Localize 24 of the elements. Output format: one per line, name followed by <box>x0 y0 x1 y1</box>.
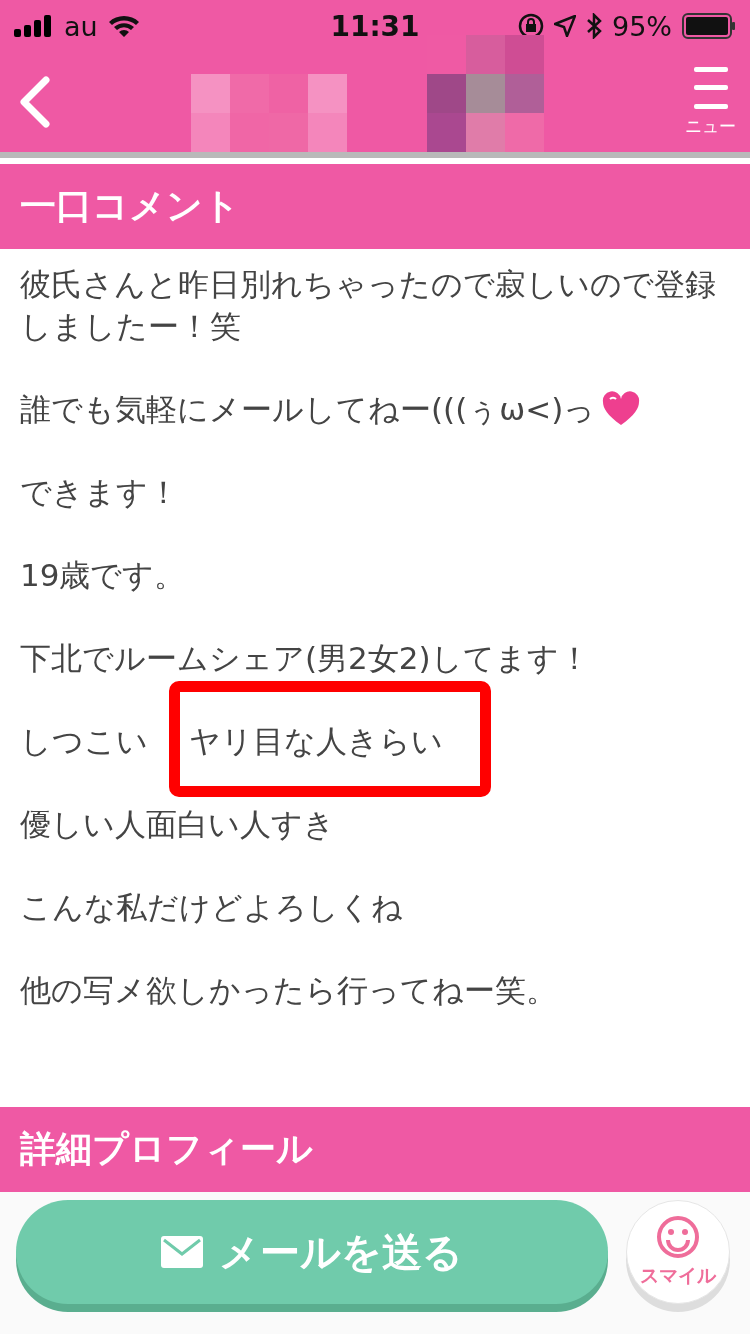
location-arrow-icon <box>554 15 576 37</box>
bluetooth-icon <box>586 13 602 39</box>
comment-paragraph: 誰でも気軽にメールしてねー(((ぅω<)っ <box>20 390 596 429</box>
status-time: 11:31 <box>330 9 420 43</box>
section-header: 詳細プロフィール <box>0 1107 750 1192</box>
section-header: 一口コメント <box>0 164 750 249</box>
comment-paragraph: 彼氏さんと昨日別れちゃったので寂しいので登録しましたー！笑 <box>20 265 717 346</box>
menu-icon <box>693 66 728 109</box>
comment-paragraph: ヤリ目な人きらい <box>189 722 443 761</box>
carrier-name: au <box>64 10 98 42</box>
smiley-icon <box>656 1215 700 1259</box>
comment-paragraph: 他の写メ欲しかったら行ってねー笑。 <box>20 971 558 1010</box>
comment-paragraph: こんな私だけどよろしくね <box>20 888 404 927</box>
battery-percent: 95% <box>612 10 672 42</box>
signal-icon <box>14 15 54 37</box>
comment-paragraph: できます！ <box>20 473 180 512</box>
comment-paragraph: 19歳です。 <box>20 556 187 595</box>
comment-paragraph: しつこい <box>20 722 148 761</box>
comment-paragraph: 下北でルームシェア(男2女2)してます！ <box>20 639 591 678</box>
envelope-icon <box>161 1236 203 1268</box>
menu-button[interactable]: ニュー <box>685 66 736 138</box>
battery-icon <box>682 13 736 39</box>
wifi-icon <box>107 15 140 37</box>
comment-paragraph: 優しい人面白い人すき <box>20 805 336 844</box>
